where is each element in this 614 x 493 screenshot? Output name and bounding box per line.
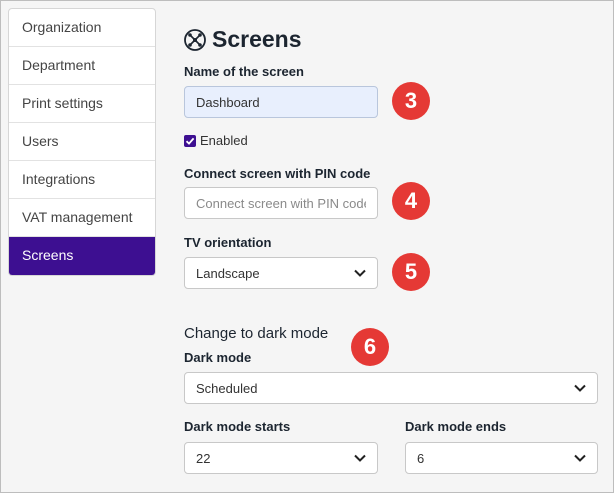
name-field[interactable] [184, 86, 378, 118]
dark-mode-section-title: Change to dark mode [184, 325, 329, 342]
dark-ends-value: 6 [417, 450, 425, 466]
chevron-down-icon [574, 384, 586, 392]
enabled-checkbox[interactable] [184, 134, 196, 147]
sidebar-item-department[interactable]: Department [9, 47, 155, 85]
sidebar-item-vat-management[interactable]: VAT management [9, 199, 155, 237]
chevron-down-icon [354, 269, 366, 277]
chevron-down-icon [354, 454, 366, 462]
pin-label: Connect screen with PIN code [184, 166, 371, 181]
check-icon [185, 137, 195, 145]
name-input[interactable] [196, 94, 366, 110]
dark-starts-label: Dark mode starts [184, 419, 291, 434]
orientation-value: Landscape [196, 265, 260, 281]
page-title-text: Screens [212, 26, 302, 52]
screens-icon [184, 28, 206, 51]
settings-sidebar: Organization Department Print settings U… [8, 8, 156, 276]
dark-mode-value: Scheduled [196, 380, 258, 396]
step-badge-6: 6 [351, 328, 389, 366]
page-title: Screens [184, 26, 302, 53]
dark-starts-value: 22 [196, 450, 211, 466]
step-badge-5: 5 [392, 253, 430, 291]
sidebar-item-print-settings[interactable]: Print settings [9, 85, 155, 123]
sidebar-item-organization[interactable]: Organization [9, 9, 155, 47]
enabled-checkbox-row[interactable]: Enabled [184, 133, 248, 148]
dark-mode-label: Dark mode [184, 350, 252, 365]
pin-input[interactable] [196, 195, 366, 211]
sidebar-item-users[interactable]: Users [9, 123, 155, 161]
step-badge-4: 4 [392, 182, 430, 220]
orientation-label: TV orientation [184, 235, 272, 250]
orientation-select[interactable]: Landscape [184, 257, 378, 289]
dark-ends-label: Dark mode ends [405, 419, 507, 434]
dark-ends-select[interactable]: 6 [405, 442, 598, 474]
chevron-down-icon [574, 454, 586, 462]
step-badge-3: 3 [392, 82, 430, 120]
dark-starts-select[interactable]: 22 [184, 442, 378, 474]
sidebar-item-screens[interactable]: Screens [9, 237, 155, 275]
pin-field[interactable] [184, 187, 378, 219]
sidebar-item-integrations[interactable]: Integrations [9, 161, 155, 199]
dark-mode-select[interactable]: Scheduled [184, 372, 598, 404]
enabled-label: Enabled [200, 133, 248, 148]
name-label: Name of the screen [184, 64, 304, 79]
